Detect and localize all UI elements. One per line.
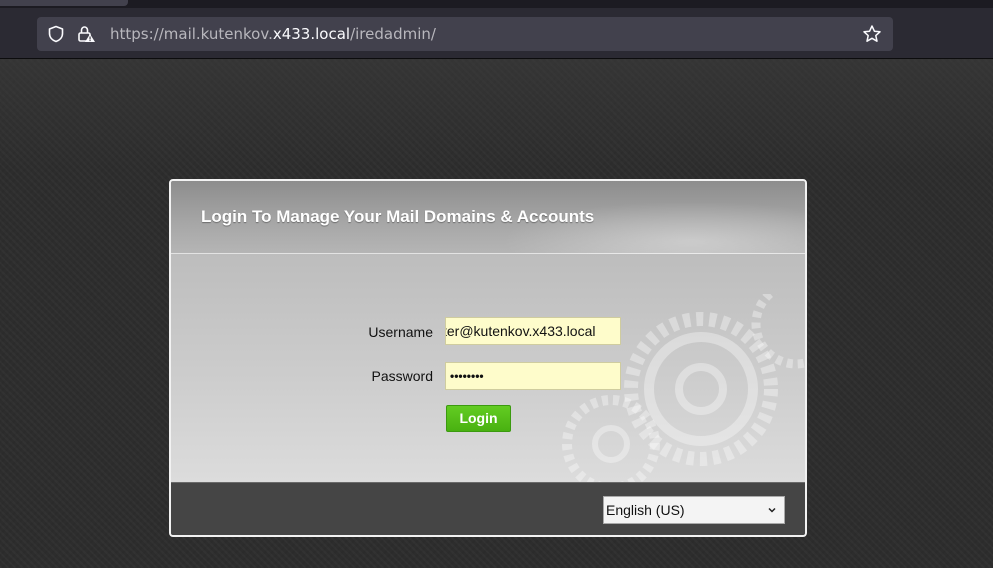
password-input[interactable]: •••••••• bbox=[445, 362, 621, 390]
language-selected-value: English (US) bbox=[606, 502, 685, 518]
login-panel-footer: English (US) bbox=[171, 482, 805, 535]
login-button[interactable]: Login bbox=[446, 405, 511, 432]
url-path: /iredadmin/ bbox=[350, 25, 436, 43]
active-tab[interactable] bbox=[0, 0, 128, 6]
language-select[interactable]: English (US) bbox=[603, 496, 785, 524]
address-bar[interactable]: https://mail.kutenkov.x433.local/iredadm… bbox=[37, 17, 893, 51]
insecure-lock-icon[interactable] bbox=[76, 24, 96, 44]
browser-toolbar: https://mail.kutenkov.x433.local/iredadm… bbox=[0, 8, 993, 59]
password-label: Password bbox=[371, 368, 433, 384]
login-form: Username ster@kutenkov.x433.local Passwo… bbox=[171, 254, 805, 482]
tab-strip bbox=[0, 0, 993, 8]
tracking-protection-shield-icon[interactable] bbox=[47, 25, 65, 43]
username-label: Username bbox=[368, 324, 433, 340]
url-host: x433.local bbox=[272, 25, 351, 43]
username-input[interactable]: ster@kutenkov.x433.local bbox=[445, 317, 621, 345]
url-text[interactable]: https://mail.kutenkov.x433.local/iredadm… bbox=[110, 17, 436, 51]
login-panel-header: Login To Manage Your Mail Domains & Acco… bbox=[171, 181, 805, 281]
login-title: Login To Manage Your Mail Domains & Acco… bbox=[201, 207, 595, 226]
page-background: Login To Manage Your Mail Domains & Acco… bbox=[0, 59, 993, 568]
url-prefix: https://mail.kutenkov. bbox=[110, 25, 273, 43]
chevron-down-icon bbox=[768, 507, 776, 513]
login-panel: Login To Manage Your Mail Domains & Acco… bbox=[169, 179, 807, 537]
bookmark-star-icon[interactable] bbox=[862, 24, 882, 44]
